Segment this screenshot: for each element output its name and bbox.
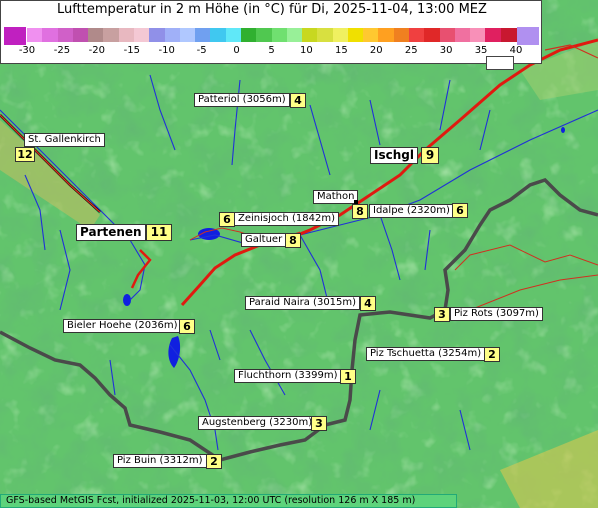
label-piz-rots: Piz Rots (3097m) (450, 307, 543, 321)
terrain-layer (0, 0, 598, 508)
scale-swatch (286, 28, 303, 42)
scale-swatch (210, 28, 227, 42)
label-fluchthorn: Fluchthorn (3399m) (234, 369, 342, 383)
scale-swatch (470, 28, 487, 42)
scale-swatch (439, 28, 456, 42)
scale-tick-label: -20 (88, 45, 106, 56)
badge-partenen: 11 (146, 224, 172, 241)
scale-swatch (347, 28, 364, 42)
scale-swatch (256, 28, 273, 42)
scale-swatch (271, 28, 288, 42)
scale-swatch (225, 28, 242, 42)
legend-header: Lufttemperatur in 2 m Höhe (in °C) für D… (0, 0, 542, 64)
scale-tick-label: 20 (369, 45, 383, 56)
shaded-relief (0, 0, 598, 508)
map-title: Lufttemperatur in 2 m Höhe (in °C) für D… (57, 2, 487, 17)
scale-swatch (103, 28, 120, 42)
scale-swatch (133, 28, 150, 42)
scale-swatch (485, 28, 502, 42)
scale-swatch (149, 28, 166, 42)
label-paraid-naira: Paraid Naira (3015m) (245, 296, 361, 310)
badge-augstenberg: 3 (311, 416, 327, 431)
badge-idalpe: 6 (452, 203, 468, 218)
scale-swatch (164, 28, 181, 42)
badge-st-gallenkirch: 12 (15, 147, 35, 162)
scale-tick-label: -30 (18, 45, 36, 56)
scale-tick-label: 15 (334, 45, 348, 56)
scale-swatch (332, 28, 349, 42)
corner-marker (486, 56, 514, 70)
badge-mathon: 8 (352, 204, 368, 219)
badge-piz-tschuetta: 2 (484, 347, 500, 362)
scale-swatch (27, 28, 43, 42)
badge-piz-buin: 2 (206, 454, 222, 469)
scale-swatch (424, 28, 441, 42)
scale-swatch (409, 28, 425, 42)
label-ischgl: Ischgl (370, 147, 418, 164)
scale-swatch (393, 28, 410, 42)
badge-paraid-naira: 4 (360, 296, 376, 311)
label-bieler-hoehe: Bieler Hoehe (2036m) (63, 319, 182, 333)
scale-tick-label: -15 (123, 45, 140, 56)
scale-swatch (118, 28, 135, 42)
scale-swatch (57, 28, 74, 42)
scale-swatch (195, 28, 211, 42)
label-patteriol: Patteriol (3056m) (194, 93, 290, 107)
label-piz-tschuetta: Piz Tschuetta (3254m) (366, 347, 486, 361)
scale-tick-label: 0 (233, 45, 240, 56)
scale-swatch (378, 28, 395, 42)
label-partenen: Partenen (76, 224, 146, 241)
scale-below-min (4, 27, 26, 45)
scale-tick-label: 30 (439, 45, 453, 56)
label-st-gallenkirch: St. Gallenkirch (24, 133, 105, 147)
scale-swatch (42, 28, 59, 42)
scale-swatch (240, 28, 257, 42)
scale-tick-label: -25 (53, 45, 71, 56)
small-lake (561, 127, 565, 133)
label-galtuer: Galtuer (241, 233, 287, 247)
badge-piz-rots: 3 (434, 307, 450, 322)
vermunt-lake (123, 294, 131, 306)
scale-tick-label: 10 (300, 45, 313, 56)
scale-swatch (302, 28, 318, 42)
scale-swatch (88, 28, 104, 42)
badge-fluchthorn: 1 (340, 369, 356, 384)
label-mathon: Mathon (313, 190, 359, 204)
scale-swatch (500, 28, 517, 42)
model-info-footer: GFS-based MetGIS Fcst, initialized 2025-… (0, 494, 457, 508)
scale-swatch (317, 28, 334, 42)
scale-tick-label: 35 (474, 45, 488, 56)
label-idalpe: Idalpe (2320m) (369, 204, 454, 218)
badge-patteriol: 4 (290, 93, 306, 108)
scale-tick-label: 5 (268, 45, 275, 56)
scale-tick-label: 25 (404, 45, 418, 56)
badge-zeinisjoch: 6 (219, 212, 235, 227)
scale-tick-label: -5 (196, 45, 207, 56)
label-piz-buin: Piz Buin (3312m) (113, 454, 207, 468)
label-augstenberg: Augstenberg (3230m) (198, 416, 317, 430)
scale-tick-label: 40 (509, 45, 523, 56)
label-zeinisjoch: Zeinisjoch (1842m) (234, 212, 340, 226)
scale-swatch (454, 28, 471, 42)
badge-ischgl: 9 (421, 147, 439, 164)
scale-tick-label: -10 (158, 45, 175, 56)
badge-bieler-hoehe: 6 (179, 319, 195, 334)
scale-above-max (517, 27, 539, 45)
badge-galtuer: 8 (285, 233, 301, 248)
scale-swatch (363, 28, 380, 42)
scale-swatch (179, 28, 196, 42)
scale-swatch (72, 28, 89, 42)
temperature-map: Lufttemperatur in 2 m Höhe (in °C) für D… (0, 0, 598, 508)
